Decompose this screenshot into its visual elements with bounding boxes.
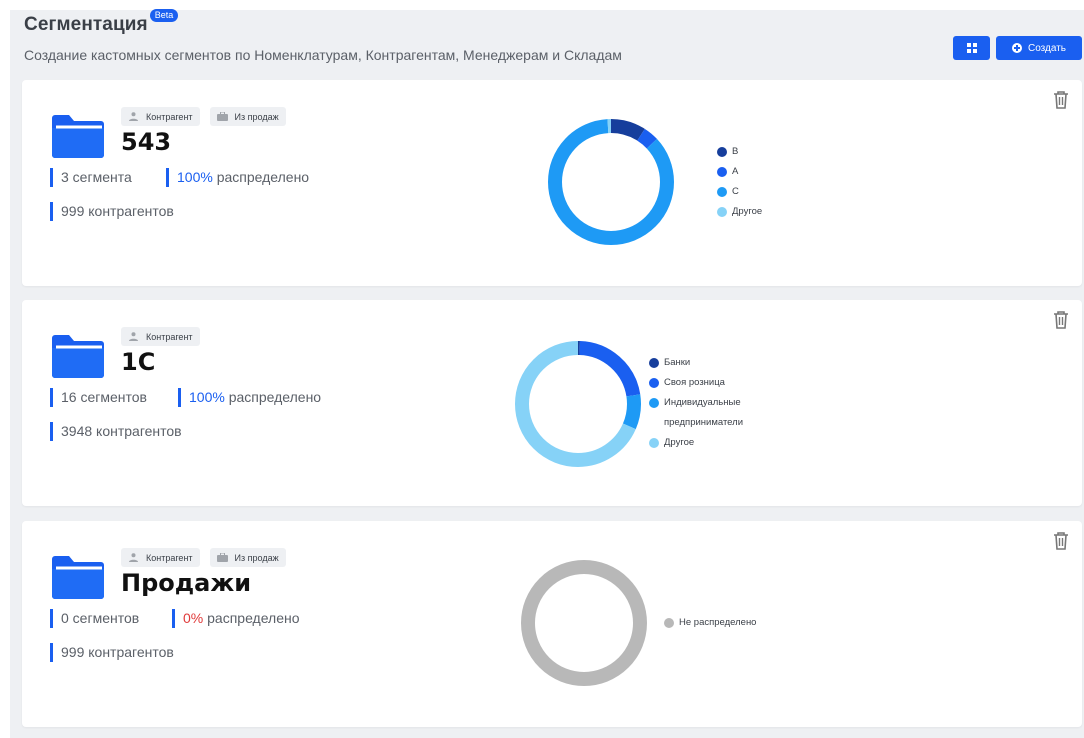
tag-label: Из продаж	[234, 552, 279, 563]
tag-counterparty: Контрагент	[121, 327, 200, 346]
legend-item: Не распределено	[664, 613, 756, 633]
segmentation-name: 543	[121, 128, 172, 156]
tag-counterparty: Контрагент	[121, 548, 200, 567]
distributed-stat: 100% распределено	[166, 168, 309, 187]
create-button[interactable]: Создать	[996, 36, 1082, 60]
page-title: Сегментация	[24, 14, 148, 35]
segmentation-name: 1С	[121, 348, 156, 376]
legend-label: Не распределено	[679, 617, 757, 628]
tag-list: Контрагент	[121, 327, 200, 346]
distributed-label: распределено	[228, 389, 322, 405]
tag-list: Контрагент Из продаж	[121, 548, 286, 567]
legend-item: B	[717, 142, 762, 162]
legend-label: B	[732, 146, 739, 157]
segment-donut-chart	[548, 119, 674, 245]
legend-label: A	[732, 166, 739, 177]
tag-label: Контрагент	[146, 331, 193, 342]
trash-icon[interactable]	[1052, 310, 1070, 330]
legend-dot	[717, 167, 727, 177]
segment-card[interactable]: Контрагент Из продаж Продажи 0 сегментов…	[22, 521, 1082, 727]
distributed-value: 100%	[177, 169, 213, 185]
page-header: Сегментация Beta	[24, 9, 179, 36]
counterparties-count: 999 контрагентов	[50, 643, 174, 662]
tag-list: Контрагент Из продаж	[121, 107, 286, 126]
legend-dot	[649, 438, 659, 448]
segment-card[interactable]: Контрагент Из продаж 543 3 сегмента 100%…	[22, 80, 1082, 286]
legend-dot	[649, 358, 659, 368]
legend-dot	[649, 398, 659, 408]
segments-count: 3 сегмента	[50, 168, 132, 187]
legend-item: Своя розница	[649, 373, 779, 393]
distributed-value: 0%	[183, 610, 204, 626]
tag-from-sales: Из продаж	[209, 548, 286, 567]
legend-dot	[717, 207, 727, 217]
legend-dot	[649, 378, 659, 388]
donut-legend: B A C Другое	[717, 142, 762, 222]
tag-from-sales: Из продаж	[209, 107, 286, 126]
distributed-value: 100%	[189, 389, 225, 405]
donut-legend: Банки Своя розница Индивидуальные предпр…	[649, 353, 779, 453]
segmentation-name: Продажи	[121, 569, 252, 597]
legend-item: Другое	[717, 202, 762, 222]
briefcase-icon	[216, 112, 228, 121]
legend-item: C	[717, 182, 762, 202]
folder-icon	[52, 335, 104, 378]
legend-label: Другое	[664, 437, 695, 448]
legend-label: Индивидуальные предприниматели	[664, 397, 744, 428]
tag-label: Контрагент	[146, 552, 193, 563]
create-button-label: Создать	[1027, 42, 1066, 54]
tag-label: Из продаж	[234, 111, 279, 122]
counterparties-count: 999 контрагентов	[50, 202, 174, 221]
trash-icon[interactable]	[1052, 531, 1070, 551]
distributed-label: распределено	[216, 169, 310, 185]
segments-count: 0 сегментов	[50, 609, 139, 628]
legend-item: Индивидуальные предприниматели	[649, 393, 779, 433]
trash-icon[interactable]	[1052, 90, 1070, 110]
legend-label: Своя розница	[664, 377, 725, 388]
tag-counterparty: Контрагент	[121, 107, 200, 126]
beta-badge: Beta	[149, 9, 179, 22]
legend-dot	[664, 618, 674, 628]
grid-icon	[966, 43, 977, 53]
plus-circle-icon	[1011, 43, 1022, 53]
legend-label: Другое	[732, 206, 763, 217]
donut-legend: Не распределено	[664, 613, 756, 633]
folder-icon	[52, 115, 104, 158]
legend-dot	[717, 187, 727, 197]
distributed-label: распределено	[207, 610, 300, 626]
legend-label: Банки	[664, 357, 691, 368]
segment-donut-chart	[521, 560, 647, 686]
user-icon	[129, 332, 138, 341]
legend-item: Банки	[649, 353, 779, 373]
donut-slice	[521, 560, 647, 686]
segment-card[interactable]: Контрагент 1С 16 сегментов 100% распреде…	[22, 300, 1082, 506]
page-subtitle: Создание кастомных сегментов по Номенкла…	[24, 47, 622, 63]
segment-donut-chart	[515, 341, 641, 467]
user-icon	[129, 553, 138, 562]
legend-label: C	[732, 186, 739, 197]
folder-icon	[52, 556, 104, 599]
tag-label: Контрагент	[146, 111, 193, 122]
distributed-stat: 0% распределено	[172, 609, 300, 628]
counterparties-count: 3948 контрагентов	[50, 422, 182, 441]
briefcase-icon	[216, 553, 228, 562]
distributed-stat: 100% распределено	[178, 388, 321, 407]
legend-item: A	[717, 162, 762, 182]
legend-item: Другое	[649, 433, 779, 453]
grid-view-button[interactable]	[953, 36, 990, 60]
user-icon	[129, 112, 138, 121]
legend-dot	[717, 147, 727, 157]
segments-count: 16 сегментов	[50, 388, 147, 407]
